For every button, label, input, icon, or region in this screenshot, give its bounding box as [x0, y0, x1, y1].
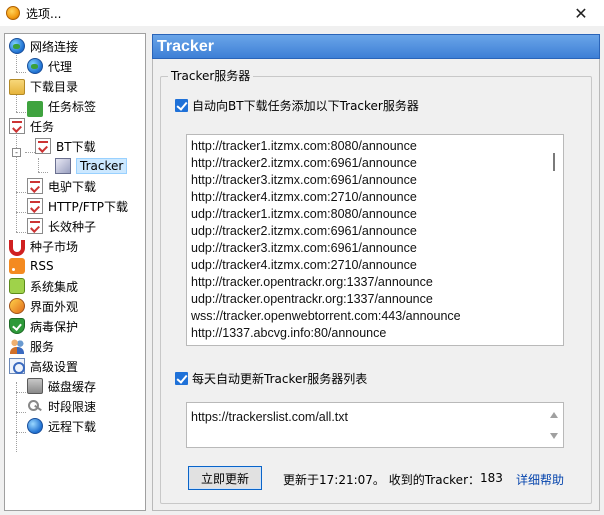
- tree-item-label: 代理: [48, 59, 73, 74]
- people-icon: [9, 338, 25, 354]
- tree-item-label: 种子市场: [30, 239, 79, 254]
- tree-item-tracker[interactable]: Tracker: [55, 156, 128, 176]
- collapse-bt-expander[interactable]: -: [12, 148, 21, 157]
- tree-item-services[interactable]: 服务: [9, 336, 54, 356]
- tree-item-appearance[interactable]: 界面外观: [9, 296, 78, 316]
- magnet-icon: [9, 240, 25, 256]
- tree-item-advanced[interactable]: 高级设置: [9, 356, 78, 376]
- window-title: 选项...: [26, 6, 62, 21]
- tracker-line: udp://tracker3.itzmx.com:6961/announce: [191, 241, 417, 255]
- tree-item-label: 磁盘缓存: [48, 379, 97, 394]
- tree-item-tasks[interactable]: 任务: [9, 116, 54, 136]
- tree-item-label: 时段限速: [48, 399, 97, 414]
- rss-icon: [9, 258, 25, 274]
- tracker-line: udp://tracker.opentrackr.org:1337/announ…: [191, 292, 433, 306]
- task-icon: [27, 198, 43, 214]
- tracker-line: http://tracker4.itzmx.com:2710/announce: [191, 190, 417, 204]
- disk-icon: [27, 378, 43, 394]
- tracker-line: udp://tracker1.itzmx.com:8080/announce: [191, 207, 417, 221]
- auto-add-checkbox[interactable]: [175, 99, 188, 112]
- tree-item-task-tags[interactable]: 任务标签: [27, 96, 97, 117]
- task-icon: [35, 138, 51, 154]
- task-icon: [9, 118, 25, 134]
- tracker-line: udp://tracker2.itzmx.com:6961/announce: [191, 224, 417, 238]
- options-tree[interactable]: - 网络连接 代理 下载目录 任务标签 任务 BT下载 Tracker 电驴下载…: [4, 33, 146, 511]
- tracker-line: http://tracker2.itzmx.com:6961/announce: [191, 156, 417, 170]
- tree-item-label: 高级设置: [30, 359, 79, 374]
- tree-item-label: 电驴下载: [48, 179, 97, 194]
- title-bar: 选项... ✕: [0, 0, 604, 26]
- tracker-line: wss://tracker.openwebtorrent.com:443/ann…: [191, 309, 461, 323]
- tree-item-label: 界面外观: [30, 299, 79, 314]
- tree-item-label: 任务: [30, 119, 55, 134]
- settings-icon: [9, 358, 25, 374]
- task-icon: [27, 178, 43, 194]
- tree-item-rss[interactable]: RSS: [9, 256, 54, 276]
- tree-item-label: HTTP/FTP下载: [48, 199, 129, 214]
- tree-item-label: 系统集成: [30, 279, 79, 294]
- scroll-down-icon[interactable]: [550, 433, 558, 439]
- auto-update-checkbox[interactable]: [175, 372, 188, 385]
- tree-item-virus-protection[interactable]: 病毒保护: [9, 316, 78, 336]
- update-url-text: https://trackerslist.com/all.txt: [191, 410, 348, 424]
- tree-item-network[interactable]: 网络连接: [9, 36, 78, 56]
- paint-icon: [9, 298, 25, 314]
- tree-item-label: BT下载: [56, 139, 96, 154]
- tracker-lines: http://tracker1.itzmx.com:8080/announce …: [191, 138, 461, 342]
- tree-item-download-dir[interactable]: 下载目录: [9, 76, 78, 96]
- tracker-list-textarea[interactable]: http://tracker1.itzmx.com:8080/announce …: [186, 134, 564, 346]
- panel-header: Tracker: [152, 34, 600, 59]
- update-status-text: 更新于17:21:07。 收到的Tracker：: [283, 473, 480, 487]
- box-icon: [55, 158, 71, 174]
- tree-item-label: 病毒保护: [30, 319, 79, 334]
- tracker-line: http://tracker3.itzmx.com:6961/announce: [191, 173, 417, 187]
- tree-item-label: 长效种子: [48, 219, 97, 234]
- tree-item-proxy[interactable]: 代理: [27, 56, 72, 76]
- tree-item-label: 下载目录: [30, 79, 79, 94]
- globe-icon: [27, 58, 43, 74]
- tracker-count: 183: [480, 471, 503, 485]
- auto-update-checkbox-row[interactable]: 每天自动更新Tracker服务器列表: [175, 370, 367, 387]
- tree-item-long-seeds[interactable]: 长效种子: [27, 216, 96, 236]
- tree-item-label: 远程下载: [48, 419, 97, 434]
- close-button[interactable]: ✕: [558, 0, 604, 26]
- puzzle-icon: [9, 278, 25, 294]
- tracker-line: http://tracker.opentrackr.org:1337/annou…: [191, 275, 433, 289]
- tree-item-speed-schedule[interactable]: 时段限速: [27, 396, 96, 416]
- app-icon: [6, 6, 20, 20]
- tracker-line: udp://tracker4.itzmx.com:2710/announce: [191, 258, 417, 272]
- remote-icon: [27, 418, 43, 434]
- tracker-line: http://1337.abcvg.info:80/announce: [191, 326, 387, 340]
- folder-icon: [9, 79, 25, 95]
- auto-add-checkbox-row[interactable]: 自动向BT下载任务添加以下Tracker服务器: [175, 97, 419, 114]
- help-link[interactable]: 详细帮助: [516, 471, 564, 488]
- tracker-line: http://tracker1.itzmx.com:8080/announce: [191, 139, 417, 153]
- update-now-button[interactable]: 立即更新: [188, 466, 262, 490]
- tracker-list-scrollbar[interactable]: [553, 153, 555, 171]
- shield-icon: [9, 318, 25, 334]
- groupbox-title: Tracker服务器: [168, 67, 254, 84]
- tree-item-bt-download[interactable]: BT下载: [35, 136, 96, 156]
- tree-item-seed-market[interactable]: 种子市场: [9, 236, 78, 256]
- tree-item-edonkey[interactable]: 电驴下载: [27, 176, 96, 196]
- tree-item-remote-download[interactable]: 远程下载: [27, 416, 96, 436]
- tree-item-label: Tracker: [76, 158, 128, 174]
- tree-item-system-integration[interactable]: 系统集成: [9, 276, 78, 296]
- globe-icon: [9, 38, 25, 54]
- auto-update-label: 每天自动更新Tracker服务器列表: [192, 372, 368, 386]
- update-url-textarea[interactable]: https://trackerslist.com/all.txt: [186, 402, 564, 448]
- tree-item-disk-cache[interactable]: 磁盘缓存: [27, 376, 96, 396]
- scroll-up-icon[interactable]: [550, 412, 558, 418]
- tree-item-label: RSS: [30, 259, 54, 273]
- auto-add-label: 自动向BT下载任务添加以下Tracker服务器: [192, 99, 419, 113]
- tree-item-http-ftp[interactable]: HTTP/FTP下载: [27, 196, 128, 216]
- task-icon: [27, 218, 43, 234]
- tag-icon: [27, 101, 43, 117]
- tree-item-label: 任务标签: [48, 99, 97, 114]
- tree-item-label: 网络连接: [30, 39, 79, 54]
- close-icon: ✕: [574, 3, 588, 23]
- tree-item-label: 服务: [30, 339, 55, 354]
- key-icon: [27, 398, 43, 414]
